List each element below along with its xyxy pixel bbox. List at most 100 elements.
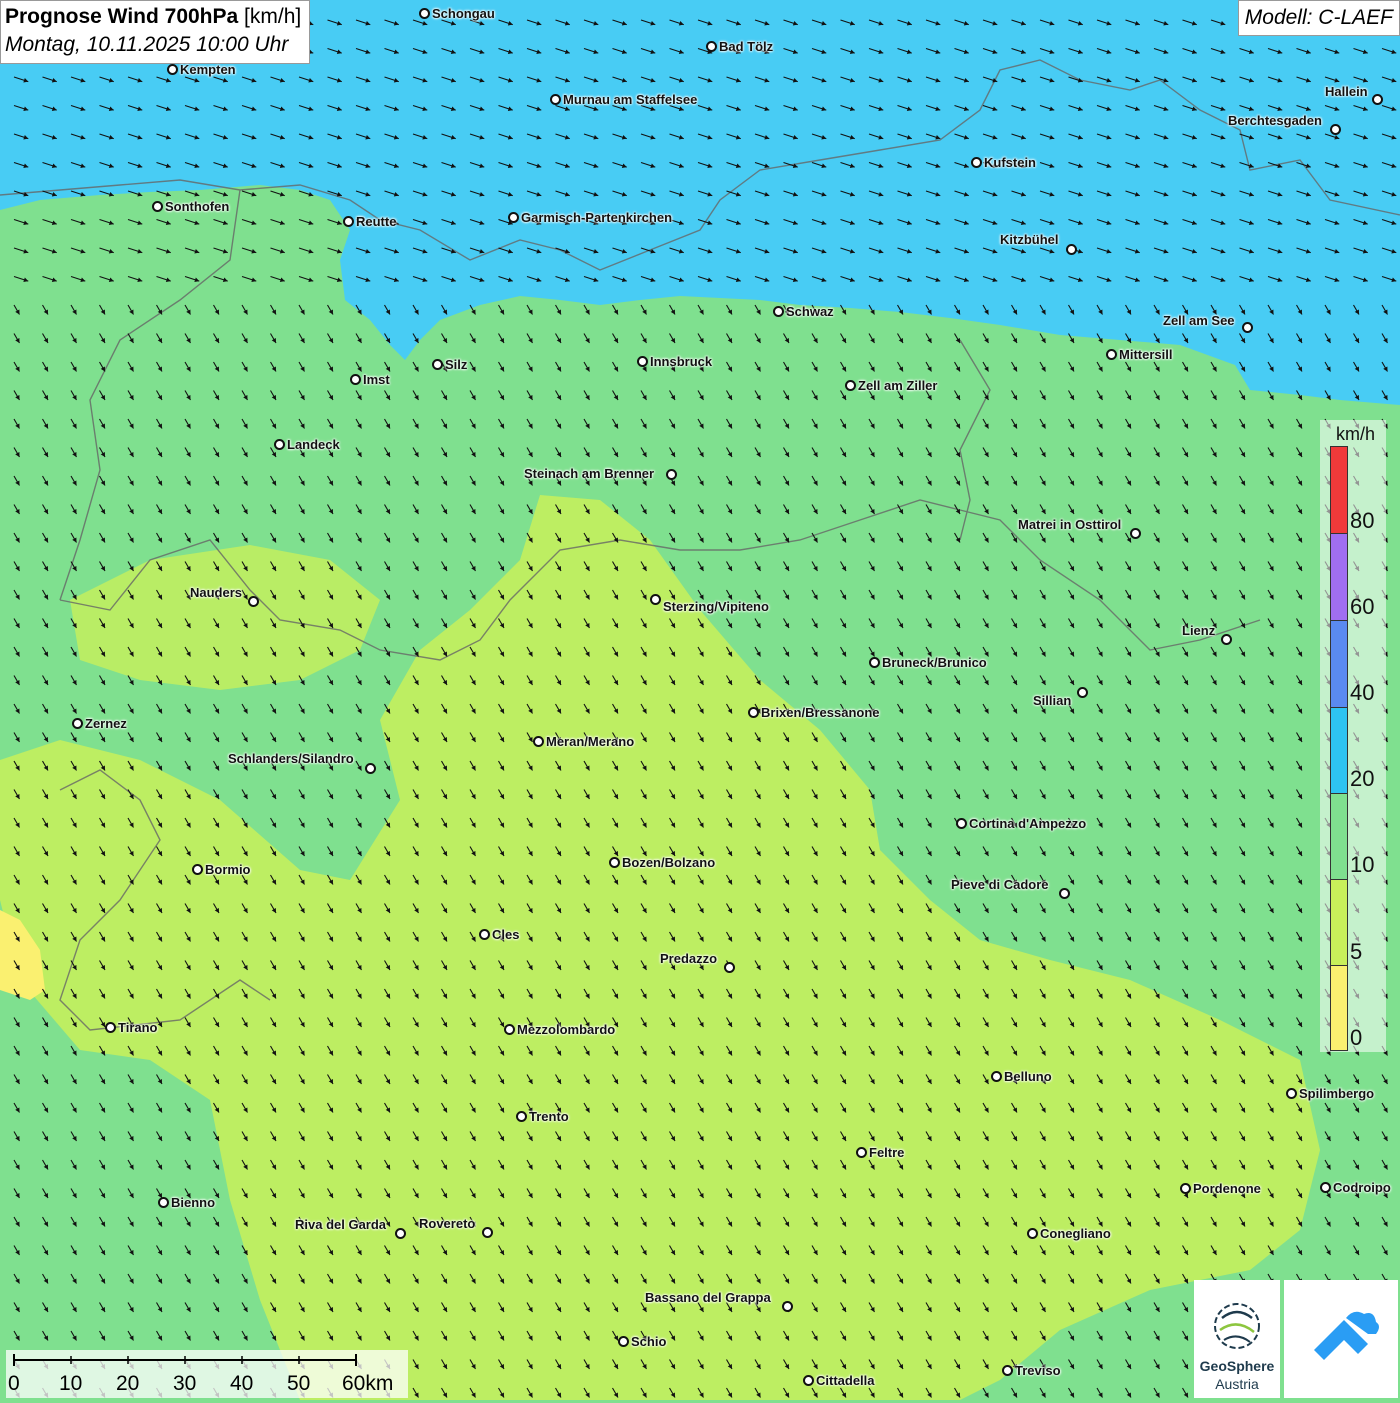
city-label: Predazzo: [660, 951, 718, 966]
map-title: Prognose Wind 700hPa: [5, 5, 239, 28]
city-label: Spilimbergo: [1299, 1086, 1375, 1101]
city-marker: [1059, 888, 1070, 899]
scale-label-60km: 60km: [342, 1372, 394, 1395]
legend-swatch-5: [1330, 879, 1348, 967]
city-marker: [248, 596, 259, 607]
scale-label-0: 0: [8, 1372, 20, 1395]
geosphere-emblem-icon: [1214, 1303, 1260, 1349]
city-label: Schlanders/Silandro: [228, 751, 354, 766]
city-marker: [1221, 634, 1232, 645]
city-label: Zell am See: [1163, 313, 1235, 328]
city-marker: [1106, 349, 1117, 360]
city-marker: [991, 1071, 1002, 1082]
city-marker: [869, 657, 880, 668]
city-marker: [724, 962, 735, 973]
city-marker: [167, 64, 178, 75]
city-label: Kitzbühel: [1000, 232, 1059, 247]
scale-label-50: 50: [287, 1372, 311, 1395]
legend-swatch-0: [1330, 965, 1348, 1051]
geosphere-logo: GeoSphere Austria: [1194, 1280, 1280, 1398]
city-label: Garmisch-Partenkirchen: [521, 210, 673, 225]
city-label: Tirano: [118, 1020, 158, 1035]
city-marker: [1027, 1228, 1038, 1239]
city-label: Pordenone: [1193, 1181, 1261, 1196]
city-label: Silz: [445, 357, 468, 372]
city-marker: [72, 718, 83, 729]
map-subtitle: Montag, 10.11.2025 10:00 Uhr: [5, 33, 289, 56]
city-label: Bassano del Grappa: [645, 1290, 771, 1305]
city-label: Belluno: [1004, 1069, 1052, 1084]
legend-label-40: 40: [1350, 680, 1375, 705]
city-marker: [748, 707, 759, 718]
legend-swatch-40: [1330, 620, 1348, 708]
scale-label-40: 40: [230, 1372, 254, 1395]
legend-label-20: 20: [1350, 766, 1375, 791]
city-label: Bormio: [205, 862, 251, 877]
city-label: Murnau am Staffelsee: [563, 92, 698, 107]
city-marker: [1180, 1183, 1191, 1194]
city-marker: [666, 469, 677, 480]
city-marker: [1066, 244, 1077, 255]
city-label: Bozen/Bolzano: [622, 855, 716, 870]
city-marker: [504, 1024, 515, 1035]
city-label: Hallein: [1325, 84, 1368, 99]
city-label: Feltre: [869, 1145, 905, 1160]
city-marker: [856, 1147, 867, 1158]
city-label: Mezzolombardo: [517, 1022, 616, 1037]
legend-swatch-20: [1330, 707, 1348, 795]
legend-swatch-80: [1330, 446, 1348, 534]
city-label: Sonthofen: [165, 199, 230, 214]
city-marker: [782, 1301, 793, 1312]
city-label: Kempten: [180, 62, 236, 77]
legend-swatch-60: [1330, 533, 1348, 621]
city-marker: [618, 1336, 629, 1347]
scale-label-20: 20: [116, 1372, 140, 1395]
city-label: Schwaz: [786, 304, 834, 319]
city-marker: [956, 818, 967, 829]
city-marker: [192, 864, 203, 875]
city-marker: [105, 1022, 116, 1033]
legend-label-60: 60: [1350, 594, 1375, 619]
city-marker: [1330, 124, 1341, 135]
city-marker: [1372, 94, 1383, 105]
city-marker: [971, 157, 982, 168]
city-marker: [516, 1111, 527, 1122]
city-marker: [706, 41, 717, 52]
city-marker: [343, 216, 354, 227]
city-label: Codroipo: [1333, 1180, 1391, 1195]
city-label: Innsbruck: [650, 354, 713, 369]
city-label: Matrei in Osttirol: [1018, 517, 1122, 532]
city-label: Riva del Garda: [295, 1217, 387, 1232]
city-marker: [650, 594, 661, 605]
city-label: Trento: [529, 1109, 569, 1124]
city-label: Sterzing/Vipiteno: [663, 599, 769, 614]
legend-label-10: 10: [1350, 852, 1375, 877]
logo-text-line1: GeoSphere: [1199, 1358, 1275, 1374]
city-marker: [432, 359, 443, 370]
city-marker: [365, 763, 376, 774]
city-marker: [773, 306, 784, 317]
scale-label-10: 10: [59, 1372, 83, 1395]
city-label: Bruneck/Brunico: [882, 655, 987, 670]
city-marker: [419, 8, 430, 19]
city-marker: [1002, 1365, 1013, 1376]
city-label: Mittersill: [1119, 347, 1173, 362]
city-marker: [152, 201, 163, 212]
city-marker: [845, 380, 856, 391]
cloud-chevron-icon: [1314, 1311, 1379, 1360]
city-label: Conegliano: [1040, 1226, 1111, 1241]
weather-app-logo: [1284, 1280, 1398, 1398]
legend-label-80: 80: [1350, 508, 1375, 533]
city-marker: [1286, 1088, 1297, 1099]
city-marker: [479, 929, 490, 940]
title-box: Prognose Wind 700hPa [km/h] Montag, 10.1…: [0, 0, 311, 64]
scale-label-30: 30: [173, 1372, 197, 1395]
city-marker: [637, 356, 648, 367]
city-marker: [274, 439, 285, 450]
city-label: Nauders: [190, 585, 243, 600]
city-label: Cortina d'Ampezzo: [969, 816, 1087, 831]
legend-swatch-10: [1330, 793, 1348, 881]
city-label: Meran/Merano: [546, 734, 635, 749]
city-label: Rovereto: [419, 1216, 476, 1231]
city-label: Kufstein: [984, 155, 1036, 170]
